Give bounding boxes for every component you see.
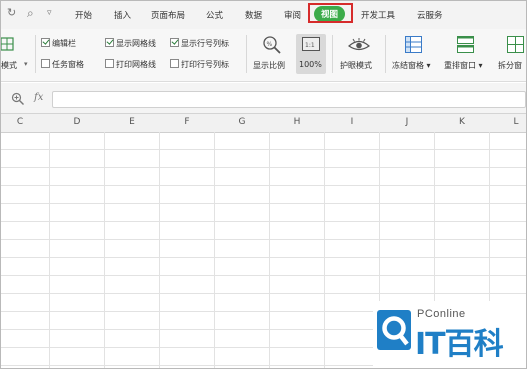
checkbox-checked-icon xyxy=(170,38,179,47)
column-header[interactable]: L xyxy=(506,117,526,127)
svg-text:1:1: 1:1 xyxy=(305,42,315,49)
page-mode-dropdown-icon[interactable]: ▾ xyxy=(24,60,28,68)
ribbon-separator xyxy=(332,35,333,73)
checkbox-checked-icon xyxy=(41,38,50,47)
tab-page-layout[interactable]: 页面布局 xyxy=(151,9,185,21)
split-window-button[interactable]: 拆分窗 xyxy=(498,60,522,71)
zoom-ratio-icon[interactable]: % xyxy=(262,35,282,55)
view-ribbon: 模式 ▾ 编辑栏 任务窗格 显示网格线 打印网格线 显示行号列标 打印行号列标 … xyxy=(1,29,526,82)
page-mode-icon[interactable] xyxy=(1,37,15,51)
tab-cloud-service[interactable]: 云服务 xyxy=(417,9,443,21)
column-header[interactable]: D xyxy=(67,117,87,127)
zoom-ratio-button[interactable]: 显示比例 xyxy=(253,60,285,71)
task-pane-checkbox[interactable]: 任务窗格 xyxy=(41,59,84,70)
zoom-100-icon: 1:1 xyxy=(302,37,320,51)
column-header[interactable]: J xyxy=(397,117,417,127)
show-row-col-headers-checkbox[interactable]: 显示行号列标 xyxy=(170,38,229,49)
eye-protection-mode-button[interactable]: 护眼模式 xyxy=(340,60,372,71)
search-icon[interactable]: ⌕ xyxy=(27,6,34,21)
page-mode-label[interactable]: 模式 xyxy=(1,60,17,71)
dropdown-icon[interactable]: ▿ xyxy=(47,8,52,18)
formula-input[interactable] xyxy=(52,91,526,108)
freeze-panes-button[interactable]: 冻结窗格 ▾ xyxy=(392,60,431,71)
column-header[interactable]: F xyxy=(177,117,197,127)
edit-bar-checkbox[interactable]: 编辑栏 xyxy=(41,38,76,49)
tab-review[interactable]: 审阅 xyxy=(284,9,301,21)
ribbon-separator xyxy=(35,35,36,73)
tab-home[interactable]: 开始 xyxy=(75,9,92,21)
checkbox-empty-icon xyxy=(170,59,179,68)
arrange-windows-icon[interactable] xyxy=(457,36,474,53)
spreadsheet-window: ↻ ⌕ ▿ 开始 插入 页面布局 公式 数据 审阅 视图 开发工具 云服务 模式… xyxy=(0,0,527,369)
show-gridlines-checkbox[interactable]: 显示网格线 xyxy=(105,38,156,49)
pconline-logo-icon xyxy=(377,310,411,350)
column-header[interactable]: G xyxy=(232,117,252,127)
insert-function-button[interactable]: fx xyxy=(34,92,43,103)
view-tab-highlight-box xyxy=(308,3,353,23)
tab-formulas[interactable]: 公式 xyxy=(206,9,223,21)
watermark-it-baike: IT百科 xyxy=(415,327,504,362)
tab-insert[interactable]: 插入 xyxy=(114,9,131,21)
checkbox-empty-icon xyxy=(41,59,50,68)
column-header[interactable]: K xyxy=(452,117,472,127)
redo-icon[interactable]: ↻ xyxy=(7,6,16,19)
arrange-windows-button[interactable]: 重排窗口 ▾ xyxy=(444,60,483,71)
zoom-magnifier-icon[interactable] xyxy=(11,92,25,106)
freeze-panes-icon[interactable] xyxy=(405,36,422,53)
column-header[interactable]: I xyxy=(342,117,362,127)
column-header[interactable]: E xyxy=(122,117,142,127)
tab-developer[interactable]: 开发工具 xyxy=(361,9,395,21)
checkbox-checked-icon xyxy=(105,38,114,47)
column-header-bar: C D E F G H I J K L xyxy=(1,113,526,133)
print-row-col-headers-checkbox[interactable]: 打印行号列标 xyxy=(170,59,229,70)
checkbox-empty-icon xyxy=(105,59,114,68)
column-header[interactable]: C xyxy=(10,117,30,127)
tab-data[interactable]: 数据 xyxy=(245,9,262,21)
ribbon-separator xyxy=(385,35,386,73)
split-window-icon[interactable] xyxy=(507,36,524,53)
svg-text:%: % xyxy=(267,41,273,48)
eye-protection-icon[interactable] xyxy=(348,38,370,52)
ribbon-tab-bar: ↻ ⌕ ▿ 开始 插入 页面布局 公式 数据 审阅 视图 开发工具 云服务 xyxy=(1,1,526,29)
column-header[interactable]: H xyxy=(287,117,307,127)
zoom-100-label: 100% xyxy=(299,60,322,69)
ribbon-separator xyxy=(246,35,247,73)
print-gridlines-checkbox[interactable]: 打印网格线 xyxy=(105,59,156,70)
